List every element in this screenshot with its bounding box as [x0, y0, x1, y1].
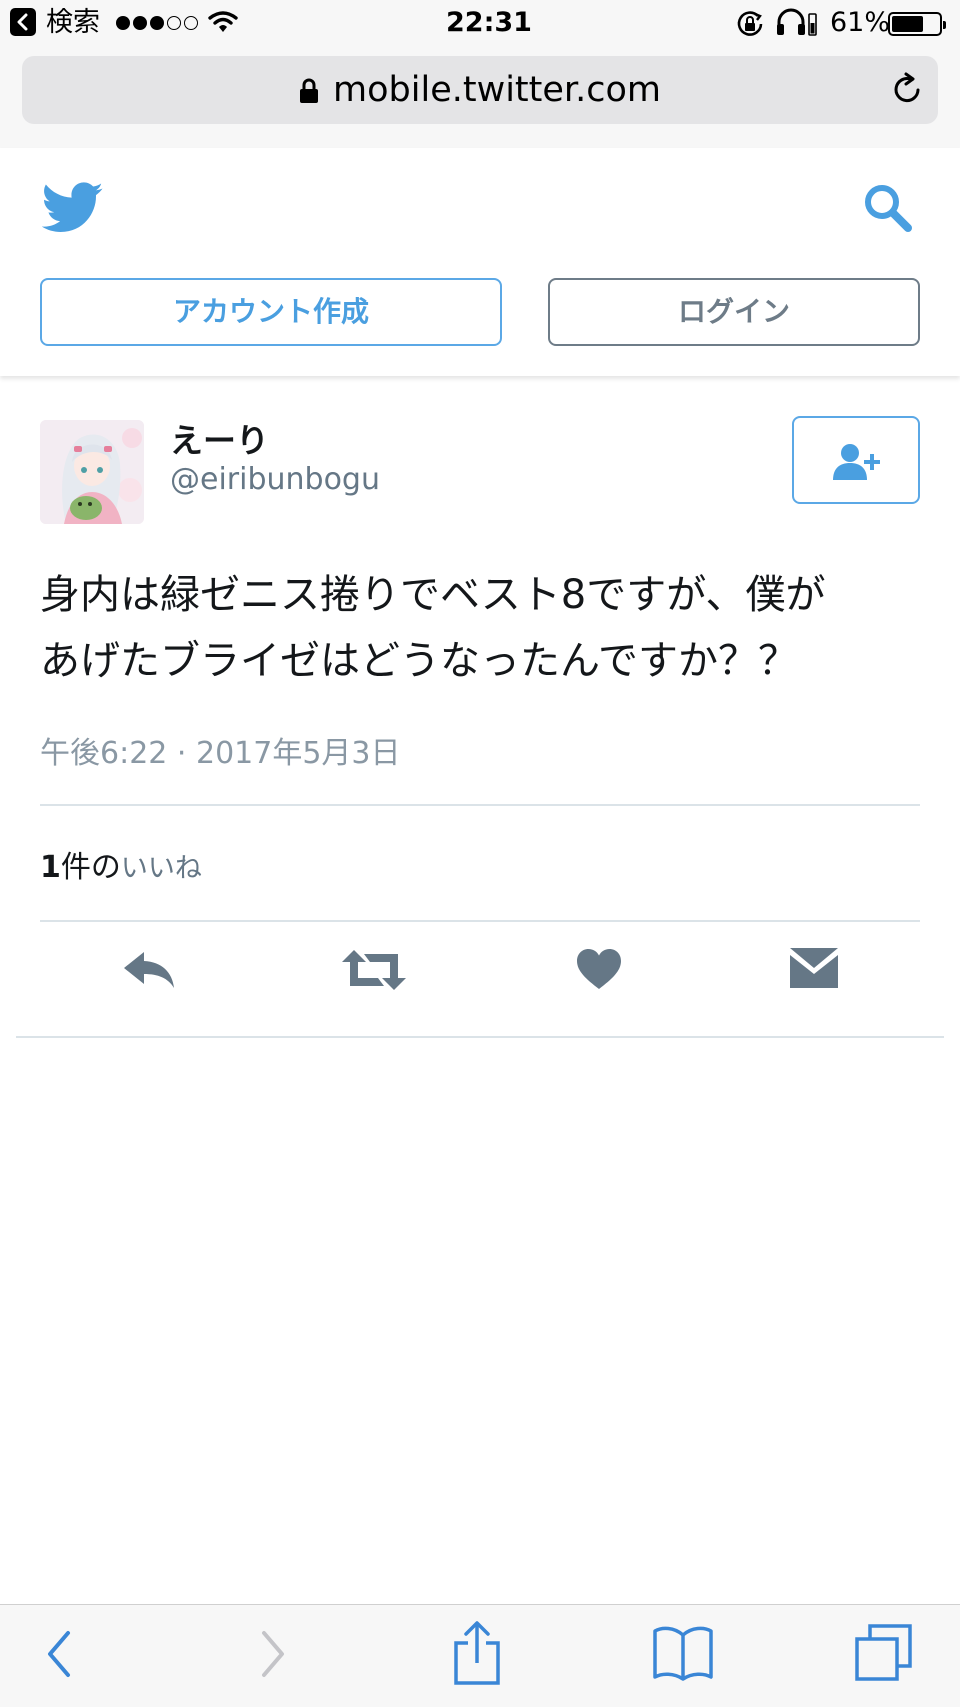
twitter-bird-icon[interactable]: [42, 182, 104, 234]
add-user-icon: [833, 444, 880, 480]
tweet-text: 身内は緑ゼニス捲りでベスト8ですが、僕が あげたブライゼはどうなったんですか？？: [40, 562, 920, 694]
avatar[interactable]: [40, 420, 144, 524]
login-button[interactable]: ログイン: [548, 278, 920, 346]
likes-label: いいね: [120, 853, 202, 884]
display-name[interactable]: えーり: [170, 414, 269, 462]
divider: [40, 804, 920, 806]
tweet-text-line-1: 身内は緑ゼニス捲りでベスト8ですが、僕が: [40, 572, 826, 618]
avatar-image: [40, 420, 144, 524]
reply-icon[interactable]: [122, 948, 176, 990]
reload-icon[interactable]: [892, 72, 924, 106]
like-count-suffix: 件の: [60, 850, 121, 885]
likes-summary[interactable]: 1件のいいね: [40, 842, 202, 886]
rotation-lock-icon: [737, 11, 763, 36]
browser-toolbar: [0, 1604, 960, 1707]
tweet-actions: [0, 940, 960, 1010]
status-time: 22:31: [446, 7, 532, 38]
create-account-button[interactable]: アカウント作成: [40, 278, 502, 346]
forward-chevron-icon[interactable]: [258, 1629, 288, 1679]
back-to-app-icon[interactable]: [10, 8, 36, 36]
tweet-text-line-2: あげたブライゼはどうなったんですか？？: [40, 638, 798, 684]
address-bar[interactable]: mobile.twitter.com: [22, 56, 938, 124]
bookmarks-icon[interactable]: [652, 1625, 714, 1681]
lock-icon: [300, 78, 319, 103]
headphones-icon: [777, 8, 817, 36]
battery-icon: [888, 12, 946, 36]
back-chevron-icon[interactable]: [44, 1629, 74, 1679]
battery-percentage: 61%: [830, 7, 891, 38]
divider: [16, 1036, 944, 1038]
signal-strength-icon: [116, 16, 198, 30]
browser-address-area: mobile.twitter.com: [0, 46, 960, 149]
heart-icon[interactable]: [576, 948, 622, 990]
envelope-icon[interactable]: [790, 948, 838, 988]
url-text: mobile.twitter.com: [333, 70, 661, 110]
wifi-icon: [208, 11, 238, 32]
tabs-icon[interactable]: [854, 1623, 914, 1683]
back-to-app-label[interactable]: 検索: [46, 6, 100, 40]
status-bar: 検索 22:31 61%: [0, 0, 960, 46]
follow-button[interactable]: [792, 416, 920, 504]
like-count: 1: [40, 850, 61, 885]
tweet-timestamp[interactable]: 午後6:22 · 2017年5月3日: [40, 728, 401, 772]
retweet-icon[interactable]: [342, 948, 406, 992]
share-icon[interactable]: [452, 1621, 502, 1685]
divider: [40, 920, 920, 922]
user-handle[interactable]: @eiribunbogu: [170, 462, 380, 497]
twitter-header: アカウント作成 ログイン: [0, 148, 960, 376]
search-icon[interactable]: [862, 182, 914, 234]
